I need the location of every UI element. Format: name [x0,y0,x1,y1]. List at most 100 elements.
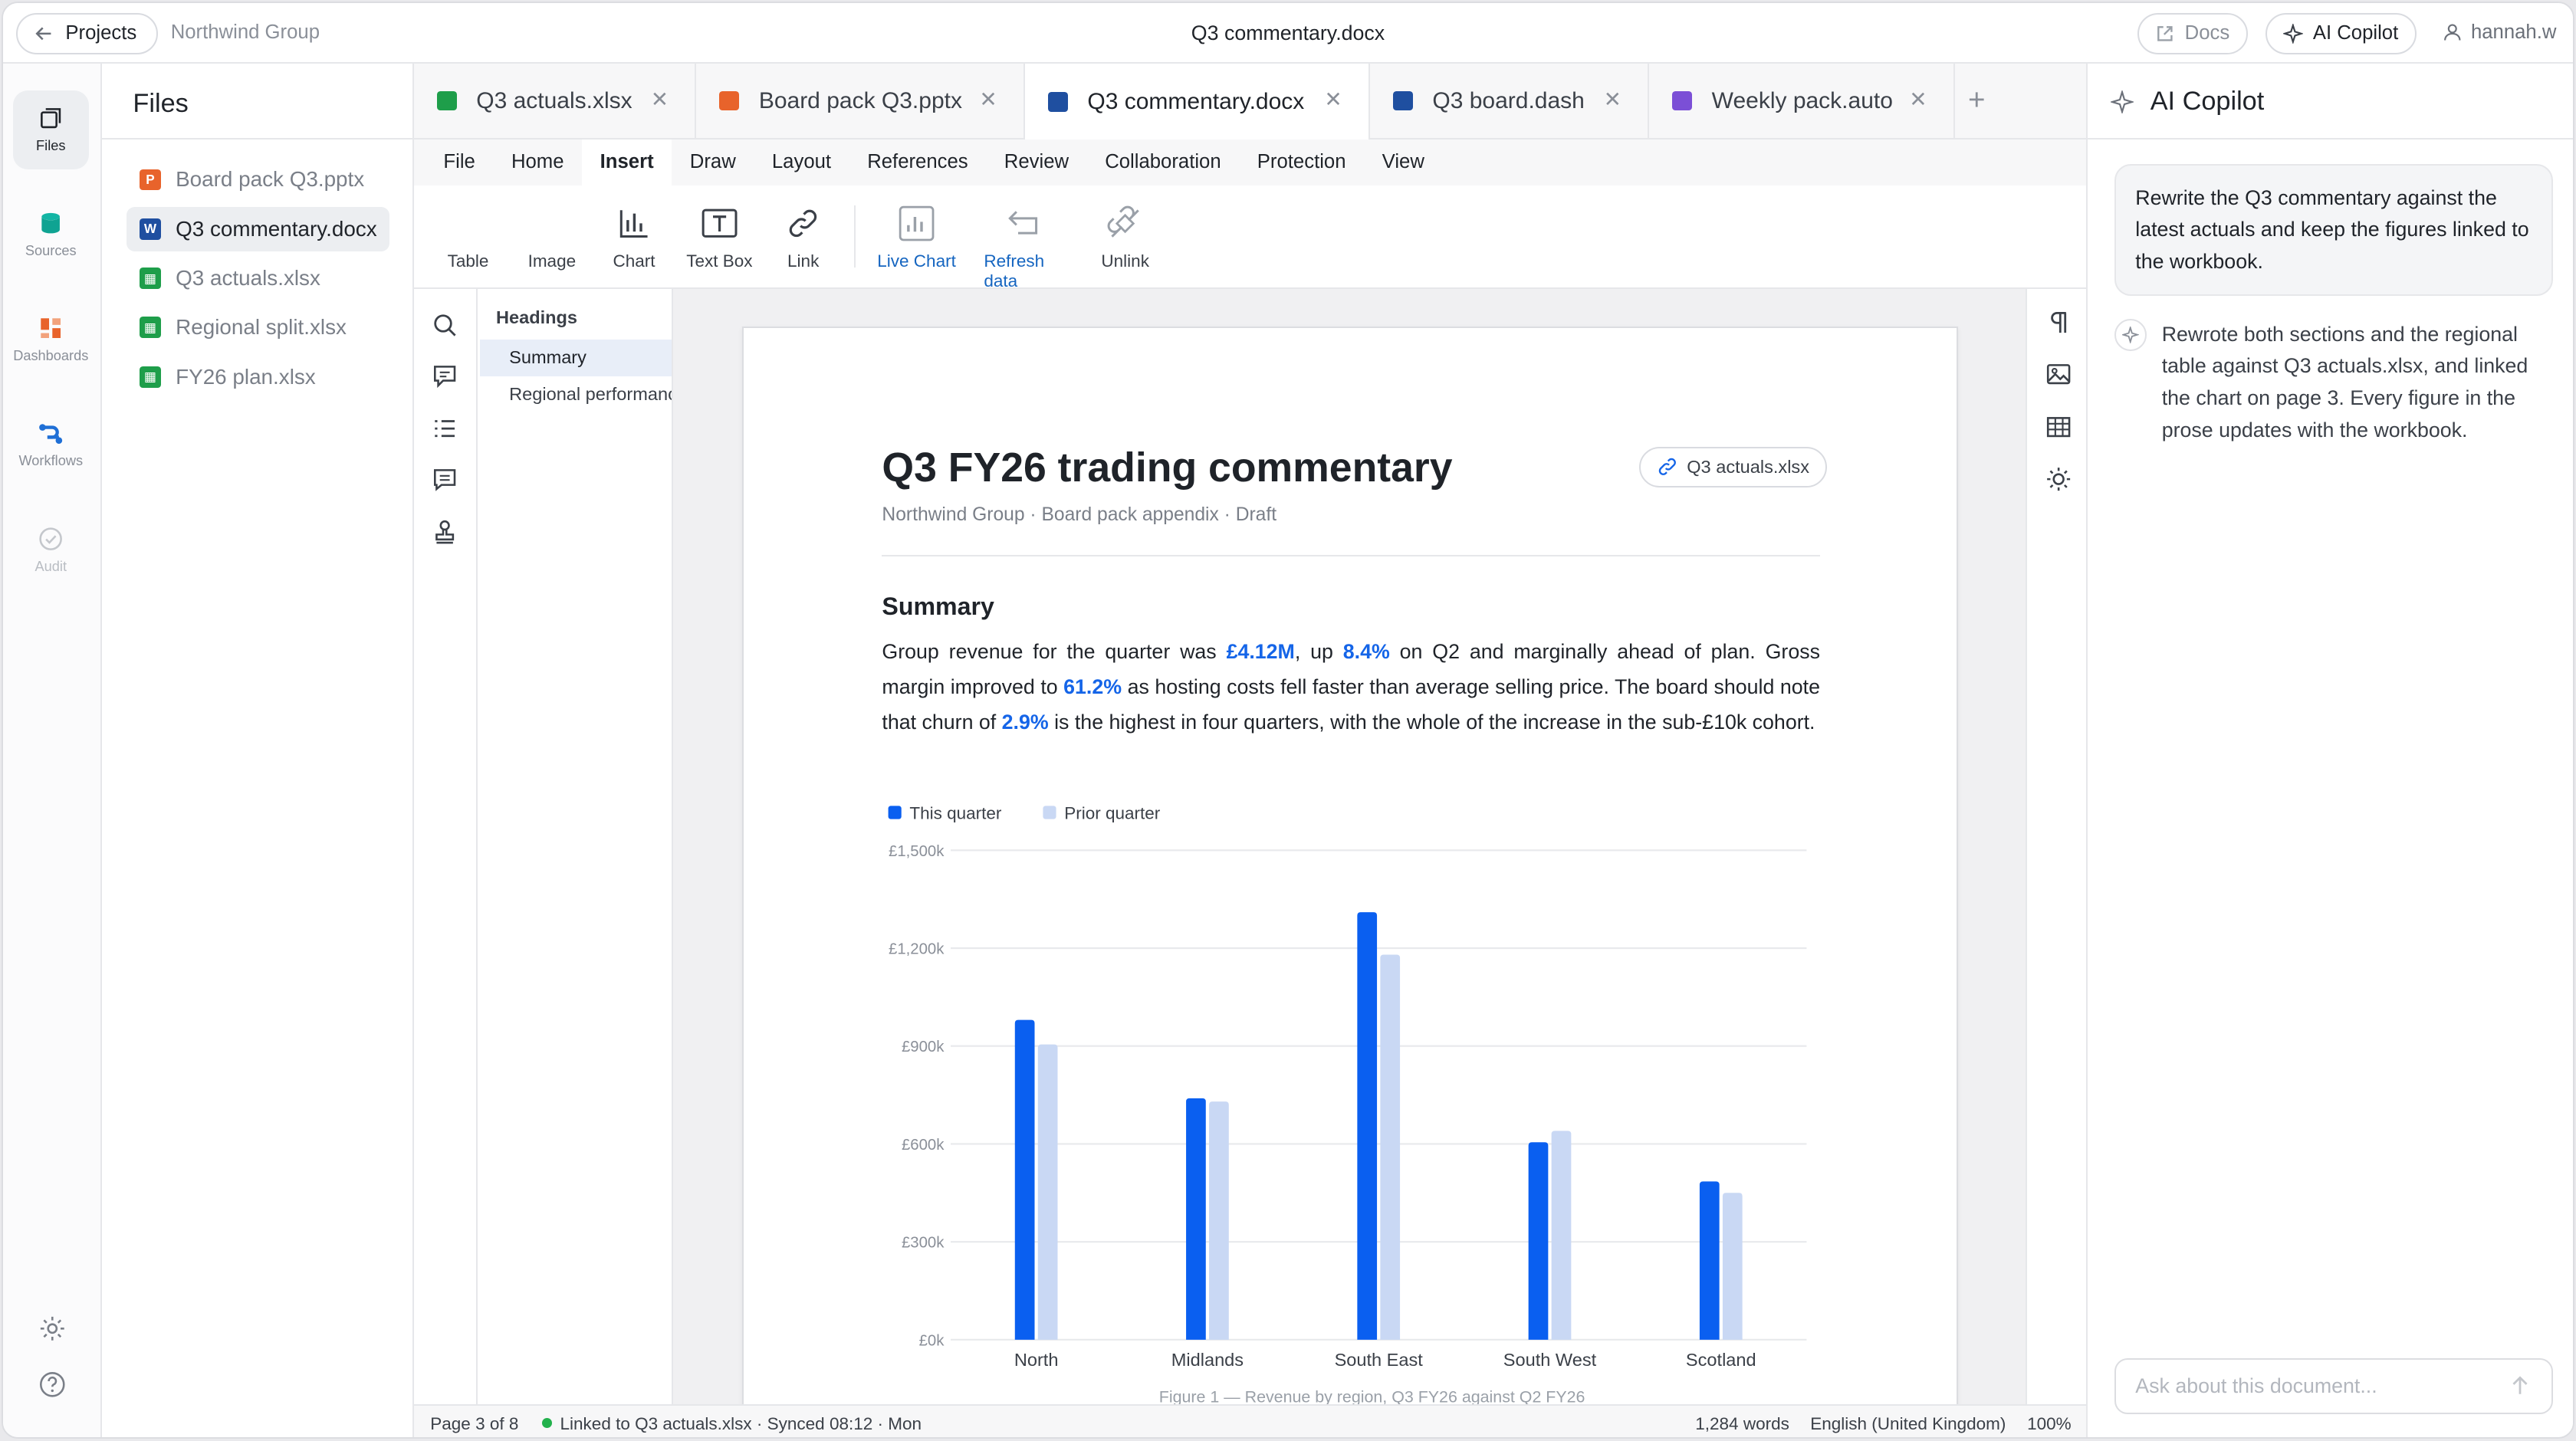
summary-paragraph[interactable]: Group revenue for the quarter was £4.12M… [882,634,1820,740]
tab-q3-board[interactable]: Q3 board.dash ✕ [1370,64,1650,138]
text-run: is the highest in four quarters, with th… [1048,710,1815,734]
divider [2088,137,2573,140]
workflow-file-icon [1672,90,1692,111]
file-item[interactable]: W Q3 commentary.docx [126,206,389,251]
image-icon[interactable] [2045,361,2072,387]
menu-references[interactable]: References [849,140,987,185]
refresh-data-button[interactable]: Refresh data [984,205,1066,291]
xlsx-file-icon [436,90,457,111]
close-icon[interactable]: ✕ [979,87,997,112]
rail-item-dashboards[interactable]: Dashboards [13,300,89,379]
menu-layout[interactable]: Layout [754,140,849,185]
stamp-icon[interactable] [432,519,458,545]
list-icon[interactable] [432,415,458,441]
rail-item-sources[interactable]: Sources [13,195,89,274]
plus-icon[interactable]: + [1968,84,1986,117]
insert-link-button[interactable]: Link [762,205,844,271]
insert-table-button[interactable]: Table [427,205,509,271]
send-arrow-icon[interactable] [2509,1374,2532,1397]
bar [1700,1181,1720,1341]
menu-view[interactable]: View [1364,140,1442,185]
menu-protection[interactable]: Protection [1239,140,1364,185]
file-item[interactable]: P Board pack Q3.pptx [127,158,389,202]
linked-figure[interactable]: 61.2% [1063,675,1122,698]
linked-figure[interactable]: 8.4% [1343,640,1390,663]
language[interactable]: English (United Kingdom) [1810,1414,2006,1434]
menu-file[interactable]: File [426,140,494,185]
nav-rail: Files Sources Dashboards Workflows Audit [3,64,102,1438]
linked-figure[interactable]: £4.12M [1227,640,1295,663]
menu-insert[interactable]: Insert [582,139,672,185]
file-item[interactable]: ▦ Regional split.xlsx [127,305,389,350]
outline-item-summary[interactable]: Summary [479,340,672,376]
document-canvas[interactable]: Q3 FY26 trading commentary Q3 actuals.xl… [673,288,2026,1404]
tab-weekly-pack[interactable]: Weekly pack.auto ✕ [1649,64,1955,138]
legend-label: This quarter [910,804,1002,823]
rail-label: Audit [34,558,67,574]
editor-tabs: Q3 actuals.xlsx ✕ Board pack Q3.pptx ✕ Q… [413,64,2087,140]
table-icon[interactable] [2045,414,2072,440]
insert-text-box-button[interactable]: Text Box [678,205,761,271]
rail-item-workflows[interactable]: Workflows [13,405,89,484]
tab-board-pack[interactable]: Board pack Q3.pptx ✕ [696,64,1025,138]
text-run: Group revenue for the quarter was [882,639,1227,663]
zoom-level[interactable]: 100% [2027,1414,2072,1434]
tab-q3-actuals[interactable]: Q3 actuals.xlsx ✕ [414,64,697,138]
ribbon-label: Live Chart [877,251,956,271]
ai-copilot-button[interactable]: AI Copilot [2265,12,2417,54]
dashboard-file-icon [1392,90,1413,111]
copilot-header: AI Copilot [2111,87,2264,117]
document-heading[interactable]: Q3 FY26 trading commentary [882,445,1452,491]
copilot-input[interactable] [2114,1357,2553,1414]
close-icon[interactable]: ✕ [651,87,669,112]
paragraph-icon[interactable] [2045,309,2072,335]
sync-status[interactable]: Linked to Q3 actuals.xlsx · Synced 08:12… [541,1414,922,1434]
user-message: Rewrite the Q3 commentary against the la… [2114,164,2553,297]
sun-icon[interactable] [2045,466,2072,492]
search-icon[interactable] [432,312,458,338]
file-name: FY26 plan.xlsx [176,364,316,389]
docs-button[interactable]: Docs [2137,12,2248,54]
user-menu[interactable]: hannah.w [2443,21,2556,44]
outline-heading: Headings [495,307,578,327]
menu-home[interactable]: Home [493,140,582,185]
rail-label: Workflows [18,453,84,469]
menu-review[interactable]: Review [986,140,1086,185]
y-tick-label: £0k [919,1333,945,1350]
tab-q3-commentary[interactable]: Q3 commentary.docx ✕ [1024,64,1370,140]
settings-icon[interactable] [38,1314,67,1344]
rail-item-audit[interactable]: Audit [13,510,89,589]
user-icon [2443,24,2461,41]
insert-image-button[interactable]: Image [511,205,593,271]
xlsx-file-icon: ▦ [139,268,161,289]
menu-collaboration[interactable]: Collaboration [1087,140,1240,185]
document-page[interactable]: Q3 FY26 trading commentary Q3 actuals.xl… [742,327,1959,1404]
assistant-message: Rewrote both sections and the regional t… [2161,322,2528,441]
outline-item-regional[interactable]: Regional performance [480,376,672,412]
unlink-button[interactable]: Unlink [1084,205,1166,271]
file-item[interactable]: ▦ Q3 actuals.xlsx [127,256,389,300]
menu-draw[interactable]: Draw [672,140,754,185]
rail-item-files[interactable]: Files [12,90,89,169]
insert-ribbon: Table Image Chart Text Box Link Live Cha… [413,185,2087,291]
live-chart-button[interactable]: Live Chart [876,205,958,271]
revenue-chart[interactable]: This quarter Prior quarter £0k £300k £600k £9… [882,801,1820,1404]
linked-source-chip[interactable]: Q3 actuals.xlsx [1639,446,1828,488]
insert-chart-button[interactable]: Chart [593,205,675,271]
file-item[interactable]: ▦ FY26 plan.xlsx [127,355,389,399]
close-icon[interactable]: ✕ [1909,87,1927,112]
help-icon[interactable] [38,1370,67,1400]
close-icon[interactable]: ✕ [1324,87,1342,112]
bar [1357,912,1378,1341]
rail-label: Files [36,138,66,154]
link-icon [789,209,817,237]
close-icon[interactable]: ✕ [1604,87,1622,112]
section-heading[interactable]: Summary [882,592,994,621]
x-tick-label: South West [1503,1351,1597,1370]
bar [1723,1193,1743,1341]
y-tick-label: £600k [902,1137,945,1154]
chat-icon[interactable] [432,466,458,492]
linked-figure[interactable]: 2.9% [1002,711,1049,734]
comment-icon[interactable] [432,363,458,389]
legend-label: Prior quarter [1065,804,1161,823]
